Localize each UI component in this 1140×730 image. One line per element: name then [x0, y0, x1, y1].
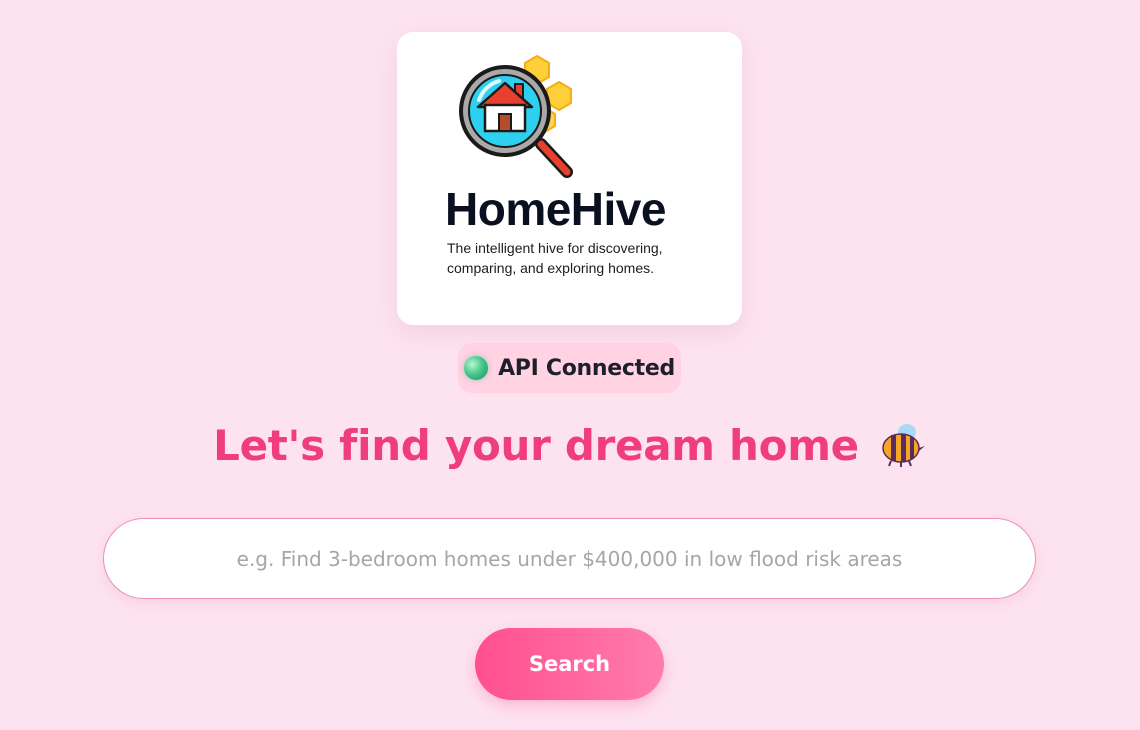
headline-text: Let's find your dream home: [213, 420, 859, 470]
logo-card: HomeHive The intelligent hive for discov…: [397, 32, 742, 325]
status-dot-icon: [464, 356, 489, 380]
brand-tagline: The intelligent hive for discovering, co…: [447, 240, 663, 276]
bee-icon: [882, 424, 925, 467]
homehive-page: HomeHive The intelligent hive for discov…: [0, 0, 1140, 730]
search-bar: [103, 518, 1036, 599]
magnifier-house-honeycomb-icon: [459, 54, 573, 178]
api-status-label: API Connected: [498, 355, 675, 381]
search-input[interactable]: [103, 518, 1036, 599]
search-button[interactable]: Search: [475, 628, 664, 700]
brand-name: HomeHive: [445, 183, 666, 235]
api-status-badge: API Connected: [458, 343, 681, 393]
hero-heading: Let's find your dream home: [0, 420, 1140, 470]
